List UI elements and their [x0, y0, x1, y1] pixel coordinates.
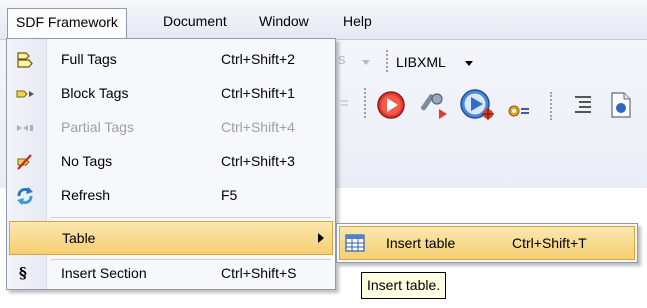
- menu-item-table[interactable]: Table: [9, 221, 333, 255]
- table-submenu: Insert table Ctrl+Shift+T: [336, 223, 638, 263]
- menu-item-label: Block Tags: [61, 85, 129, 101]
- indent-icon[interactable]: [573, 93, 593, 117]
- menu-item-shortcut: Ctrl+Shift+3: [221, 153, 295, 169]
- partial-tags-icon: [17, 125, 33, 131]
- table-icon: [345, 234, 365, 252]
- block-tags-icon: [16, 90, 34, 98]
- full-tags-icon: [17, 52, 33, 68]
- menu-item-insert-table[interactable]: Insert table Ctrl+Shift+T: [339, 226, 635, 260]
- menu-document[interactable]: Document: [155, 8, 235, 36]
- menu-item-label: Full Tags: [61, 51, 117, 67]
- menu-item-label: Insert Section: [61, 265, 147, 281]
- submenu-item-shortcut: Ctrl+Shift+T: [512, 235, 587, 251]
- toolbar-grip: [386, 50, 388, 72]
- menu-separator: [51, 217, 331, 218]
- menu-item-insert-section[interactable]: § Insert Section Ctrl+Shift+S: [7, 257, 335, 291]
- menu-item-label: Table: [62, 230, 96, 246]
- faded-dropdown-arrow-icon: [362, 60, 370, 65]
- menu-sdf-framework[interactable]: SDF Framework: [7, 8, 127, 41]
- menu-item-shortcut: F5: [221, 187, 238, 203]
- toolbar-faded-text: s: [338, 51, 346, 68]
- toolbar-faded-text: =: [340, 95, 349, 112]
- menu-item-shortcut: Ctrl+Shift+4: [221, 119, 295, 135]
- document-icon[interactable]: [609, 91, 633, 119]
- menu-help[interactable]: Help: [335, 8, 380, 36]
- menu-item-partial-tags: Partial Tags Ctrl+Shift+4: [7, 111, 335, 145]
- module-icon[interactable]: [508, 104, 530, 118]
- toolbar-grip: [550, 92, 552, 120]
- menu-item-no-tags[interactable]: No Tags Ctrl+Shift+3: [7, 145, 335, 179]
- menu-item-shortcut: Ctrl+Shift+2: [221, 51, 295, 67]
- no-tags-icon: [17, 154, 32, 170]
- menu-item-block-tags[interactable]: Block Tags Ctrl+Shift+1: [7, 77, 335, 111]
- menu-item-shortcut: Ctrl+Shift+S: [221, 265, 297, 281]
- sdf-framework-menu: Full Tags Ctrl+Shift+2 Block Tags Ctrl+S…: [6, 38, 336, 290]
- tooltip: Insert table.: [361, 272, 447, 299]
- build-settings-icon[interactable]: [419, 89, 451, 121]
- menu-item-label: Partial Tags: [61, 119, 134, 135]
- section-icon: §: [19, 264, 27, 282]
- refresh-icon: [17, 187, 33, 205]
- menu-window[interactable]: Window: [251, 8, 317, 36]
- menu-bar: SDF Framework Document Window Help: [0, 0, 647, 41]
- chevron-down-icon[interactable]: [465, 61, 473, 66]
- xml-engine-dropdown[interactable]: LIBXML: [396, 54, 446, 70]
- submenu-arrow-icon: [318, 233, 324, 243]
- submenu-item-label: Insert table: [386, 235, 456, 251]
- menu-item-refresh[interactable]: Refresh F5: [7, 179, 335, 213]
- run-icon[interactable]: [375, 89, 407, 121]
- debug-run-icon[interactable]: [458, 87, 498, 123]
- menu-item-full-tags[interactable]: Full Tags Ctrl+Shift+2: [7, 43, 335, 77]
- menu-item-label: Refresh: [61, 187, 111, 203]
- menu-item-shortcut: Ctrl+Shift+1: [221, 85, 295, 101]
- menu-item-label: No Tags: [61, 153, 113, 169]
- toolbar-grip: [364, 88, 366, 118]
